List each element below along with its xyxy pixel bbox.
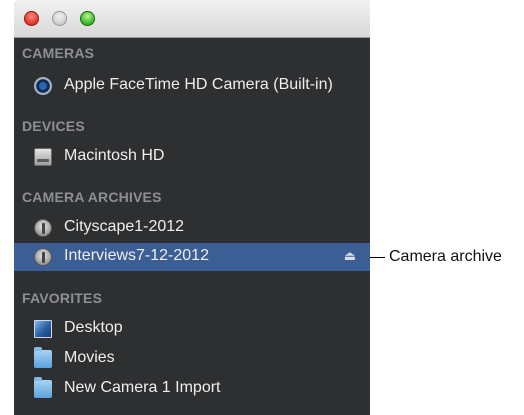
camera-archive-icon (34, 219, 52, 237)
sidebar-item-facetime-camera[interactable]: Apple FaceTime HD Camera (Built-in) (14, 72, 370, 100)
camera-icon (34, 77, 52, 95)
close-button[interactable] (24, 11, 39, 26)
sidebar-item-label: Macintosh HD (64, 147, 165, 164)
callout-label: Camera archive (389, 248, 502, 265)
sidebar-item-desktop[interactable]: Desktop (14, 315, 370, 343)
sidebar-item-new-camera-import[interactable]: New Camera 1 Import (14, 375, 370, 403)
section-header-camera-archives: CAMERA ARCHIVES (22, 189, 162, 205)
sidebar-item-cityscape[interactable]: Cityscape1-2012 (14, 214, 370, 242)
sidebar: CAMERAS Apple FaceTime HD Camera (Built-… (14, 39, 370, 415)
sidebar-item-label: Desktop (64, 319, 123, 336)
eject-icon[interactable]: ⏏ (344, 248, 356, 264)
sidebar-item-label: Apple FaceTime HD Camera (Built-in) (64, 76, 333, 93)
section-header-favorites: FAVORITES (22, 290, 103, 306)
sidebar-item-label: New Camera 1 Import (64, 379, 221, 396)
minimize-button[interactable] (52, 11, 67, 26)
zoom-button[interactable] (80, 11, 95, 26)
sidebar-item-label: Movies (64, 349, 115, 366)
sidebar-item-interviews[interactable]: Interviews7-12-2012 ⏏ (14, 243, 370, 271)
callout-line (370, 257, 385, 258)
section-header-devices: DEVICES (22, 118, 85, 134)
sidebar-item-movies[interactable]: Movies (14, 345, 370, 373)
sidebar-item-label: Cityscape1-2012 (64, 218, 185, 235)
section-header-cameras: CAMERAS (22, 45, 95, 61)
sidebar-item-macintosh-hd[interactable]: Macintosh HD (14, 143, 370, 171)
folder-icon (34, 377, 52, 398)
desktop-icon (34, 320, 52, 338)
hard-drive-icon (34, 148, 52, 166)
folder-icon (34, 347, 52, 368)
import-window: CAMERAS Apple FaceTime HD Camera (Built-… (14, 0, 370, 415)
title-bar (14, 0, 370, 38)
sidebar-item-label: Interviews7-12-2012 (64, 247, 209, 264)
camera-archive-icon (34, 248, 52, 266)
